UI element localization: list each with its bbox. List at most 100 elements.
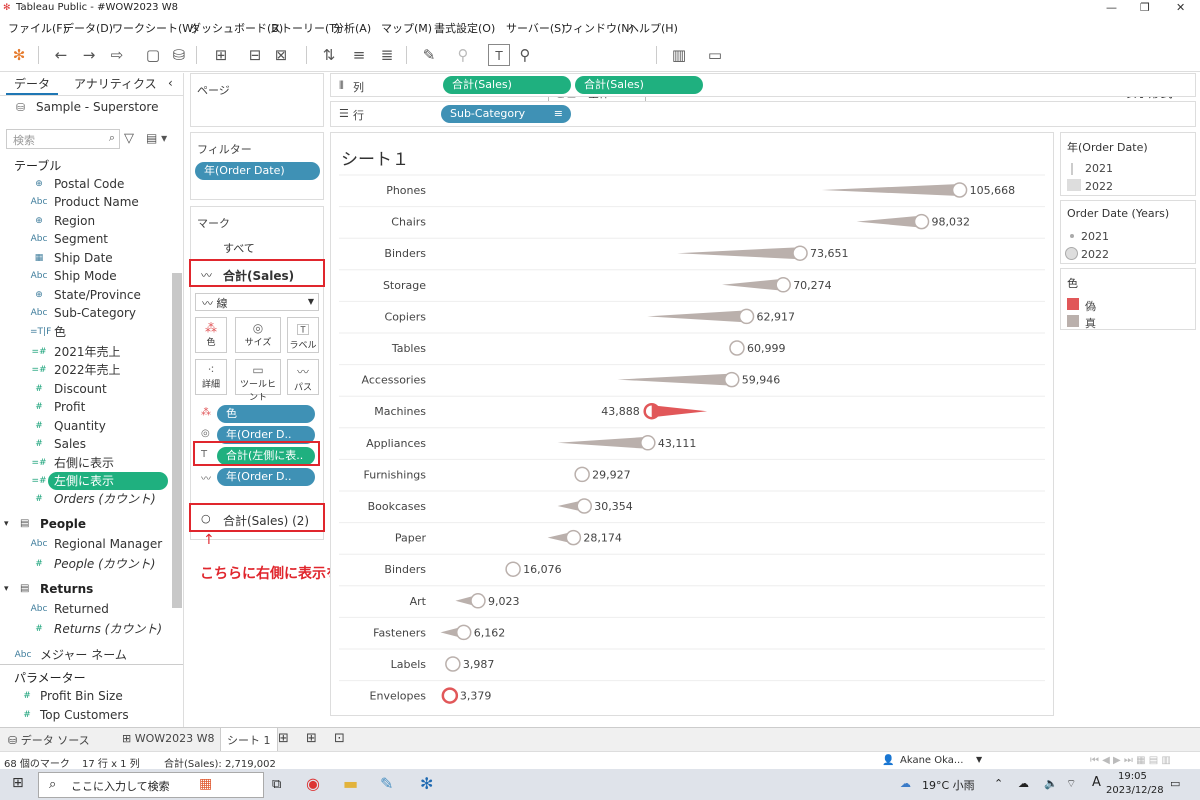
menu-server[interactable]: サーバー(S) bbox=[506, 20, 565, 36]
tooltip-button[interactable]: ▭ ツールヒント bbox=[235, 359, 281, 403]
close-button[interactable]: ✕ bbox=[1176, 1, 1185, 14]
filters-card[interactable]: フィルター 年(Order Date) bbox=[190, 132, 324, 200]
columns-shelf[interactable]: ⦀ 列 合計(Sales) 合計(Sales) bbox=[330, 73, 1196, 97]
menu-format[interactable]: 書式設定(O) bbox=[434, 20, 495, 36]
field-product-name[interactable]: Abc Product Name bbox=[0, 193, 170, 211]
tableau-home-icon[interactable]: ✻ bbox=[8, 44, 30, 66]
group-icon[interactable]: ⚲ bbox=[452, 44, 474, 66]
tableau-taskbar-icon[interactable]: ✻ bbox=[420, 774, 433, 793]
scrollbar[interactable] bbox=[172, 273, 182, 608]
new-sheet-icon[interactable]: ⊞ bbox=[210, 44, 232, 66]
field-sub-category[interactable]: Abc Sub-Category bbox=[0, 304, 170, 322]
field-orders-count[interactable]: # Orders (カウント) bbox=[0, 490, 170, 508]
windows-start-icon[interactable]: ⊞ bbox=[12, 775, 24, 791]
param-profit-bin[interactable]: # Profit Bin Size bbox=[0, 687, 170, 705]
taskbar-search-input[interactable]: ⌕ ここに入力して検索 ▦ bbox=[38, 772, 264, 798]
task-view-icon[interactable]: ⧉ bbox=[272, 777, 281, 792]
datasource-tab[interactable]: ⛁ データ ソース bbox=[8, 732, 90, 748]
minimize-button[interactable]: — bbox=[1106, 1, 1117, 14]
field-ship-date[interactable]: ▦ Ship Date bbox=[0, 249, 170, 267]
sheet-tab-active[interactable]: シート 1 bbox=[220, 728, 278, 752]
param-top-customers[interactable]: # Top Customers bbox=[0, 706, 170, 724]
field-returns-count[interactable]: # Returns (カウント) bbox=[0, 620, 170, 638]
field-region[interactable]: ⊕ Region bbox=[0, 212, 170, 230]
chrome-icon[interactable]: ◉ bbox=[306, 774, 320, 793]
field-people-count[interactable]: # People (カウント) bbox=[0, 555, 170, 573]
new-story-icon[interactable]: ⊡ bbox=[334, 731, 345, 746]
field-profit[interactable]: # Profit bbox=[0, 398, 170, 416]
field-measure-names[interactable]: Abc メジャー ネーム bbox=[0, 646, 170, 664]
field-show-right[interactable]: =# 右側に表示 bbox=[0, 454, 170, 472]
expand-people-icon[interactable]: ▾ bbox=[4, 519, 9, 529]
sort-desc-icon[interactable]: ≣ bbox=[376, 44, 398, 66]
dashboard-tab[interactable]: ⊞ WOW2023 W8 bbox=[122, 732, 215, 745]
undo-icon[interactable]: ← bbox=[50, 44, 72, 66]
col-pill-sales-2[interactable]: 合計(Sales) bbox=[575, 76, 703, 94]
highlight-icon[interactable]: ✎ bbox=[418, 44, 440, 66]
duplicate-sheet-icon[interactable]: ⊟ bbox=[244, 44, 266, 66]
search-input[interactable]: 検索 ⌕ bbox=[6, 129, 120, 149]
sheet-nav-icon[interactable]: ⏮ ◀ ▶ ⏭ ▦ ▤ ▥ bbox=[1090, 755, 1171, 766]
legend-year-size[interactable]: 年(Order Date) 2021 2022 bbox=[1060, 132, 1196, 196]
marks-all-tab[interactable]: すべて bbox=[223, 240, 255, 256]
swap-icon[interactable]: ⇅ bbox=[318, 44, 340, 66]
clock-date[interactable]: 2023/12/28 bbox=[1106, 785, 1164, 796]
path-button[interactable]: 〰パス bbox=[287, 359, 319, 395]
detail-button[interactable]: ⁖ 詳細 bbox=[195, 359, 227, 395]
network-icon[interactable]: ☁ bbox=[1018, 777, 1029, 790]
field-quantity[interactable]: # Quantity bbox=[0, 417, 170, 435]
marks-pill-color[interactable]: 色 bbox=[217, 405, 315, 423]
volume-icon[interactable]: 🔈 bbox=[1044, 777, 1058, 790]
field-postal-code[interactable]: ⊕ Postal Code bbox=[0, 175, 170, 193]
menu-data[interactable]: データ(D) bbox=[63, 20, 113, 36]
presentation-icon[interactable]: ▭ bbox=[704, 44, 726, 66]
legend-color[interactable]: 色 偽 真 bbox=[1060, 268, 1196, 330]
field-returned[interactable]: Abc Returned bbox=[0, 600, 170, 618]
marks-pill-path[interactable]: 年(Order D.. bbox=[217, 468, 315, 486]
section-returns[interactable]: Returns bbox=[40, 582, 93, 596]
sort-asc-icon[interactable]: ≡ bbox=[348, 44, 370, 66]
menu-file[interactable]: ファイル(F) bbox=[8, 20, 67, 36]
new-sheet-icon[interactable]: ⊞ bbox=[278, 731, 289, 746]
field-sales-2022[interactable]: =# 2022年売上 bbox=[0, 361, 170, 379]
size-button[interactable]: ◎ サイズ bbox=[235, 317, 281, 353]
tab-analytics[interactable]: アナリティクス bbox=[66, 73, 165, 95]
collapse-pane-icon[interactable]: ‹ bbox=[168, 76, 173, 90]
show-labels-icon[interactable]: T bbox=[488, 44, 510, 66]
datasource-name[interactable]: Sample - Superstore bbox=[36, 100, 158, 114]
filter-pill-year[interactable]: 年(Order Date) bbox=[195, 162, 320, 180]
menu-help[interactable]: ヘルプ(H) bbox=[628, 20, 678, 36]
menu-analysis[interactable]: 分析(A) bbox=[333, 20, 371, 36]
section-people[interactable]: People bbox=[40, 517, 86, 531]
ime-indicator[interactable]: A bbox=[1092, 775, 1101, 790]
field-color-calc[interactable]: =T|F 色 bbox=[0, 323, 170, 341]
show-me-icon[interactable]: ▥ bbox=[668, 44, 690, 66]
field-sales-2021[interactable]: =# 2021年売上 bbox=[0, 343, 170, 361]
paint-icon[interactable]: ✎ bbox=[380, 774, 393, 793]
field-show-left[interactable]: =# 左側に表示 bbox=[0, 472, 170, 490]
field-state-province[interactable]: ⊕ State/Province bbox=[0, 286, 170, 304]
mark-type-select[interactable]: 〰 線 ▼ bbox=[195, 293, 319, 311]
field-discount[interactable]: # Discount bbox=[0, 380, 170, 398]
pin-icon[interactable]: ⚲ bbox=[514, 44, 536, 66]
tray-up-icon[interactable]: ⌃ bbox=[994, 777, 1003, 790]
filter-icon[interactable]: ▽ bbox=[124, 131, 134, 146]
pages-card[interactable]: ページ bbox=[190, 73, 324, 127]
new-datasource-icon[interactable]: ⛁ bbox=[168, 44, 190, 66]
explorer-icon[interactable]: ▬ bbox=[343, 774, 358, 793]
color-button[interactable]: ⁂ 色 bbox=[195, 317, 227, 353]
save-icon[interactable]: ▢ bbox=[142, 44, 164, 66]
new-dashboard-icon[interactable]: ⊞ bbox=[306, 731, 317, 746]
field-segment[interactable]: Abc Segment bbox=[0, 230, 170, 248]
expand-returns-icon[interactable]: ▾ bbox=[4, 584, 9, 594]
wifi-icon[interactable]: ⌔ bbox=[1066, 777, 1076, 791]
chart-svg[interactable]: Phones 105,668 Chairs 98,032 Binders 73,651 St… bbox=[331, 133, 1053, 715]
field-regional-manager[interactable]: Abc Regional Manager bbox=[0, 535, 170, 553]
clear-sheet-icon[interactable]: ⊠ bbox=[270, 44, 292, 66]
maximize-button[interactable]: ❐ bbox=[1140, 1, 1150, 14]
menu-window[interactable]: ウィンドウ(N) bbox=[562, 20, 634, 36]
chevron-down-icon[interactable]: ▼ bbox=[976, 755, 982, 764]
rows-shelf[interactable]: ☰ 行 Sub-Category ≡ bbox=[330, 101, 1196, 127]
legend-order-date-years[interactable]: Order Date (Years) 2021 2022 bbox=[1060, 200, 1196, 264]
tab-data[interactable]: データ bbox=[6, 73, 59, 95]
